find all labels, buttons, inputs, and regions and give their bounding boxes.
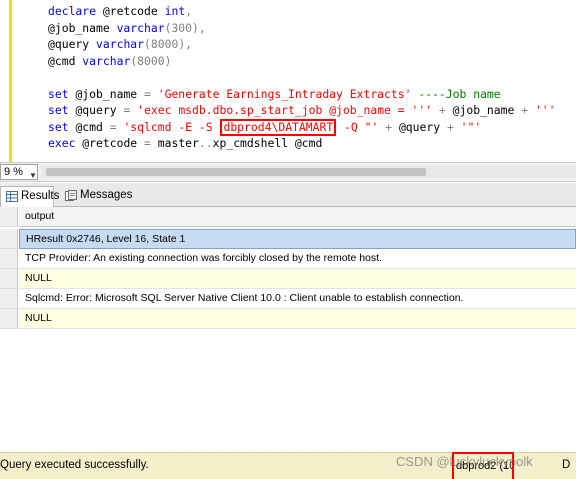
code-token: @retcode xyxy=(82,136,145,150)
zoom-dropdown[interactable]: 9 % ▼ xyxy=(0,164,38,180)
sql-code[interactable]: declare @retcode int, @job_name varchar(3… xyxy=(48,3,556,152)
status-database: D xyxy=(562,459,571,471)
output-cell[interactable]: TCP Provider: An existing connection was… xyxy=(19,249,576,269)
horizontal-scrollbar[interactable] xyxy=(42,166,576,178)
code-token: + xyxy=(385,119,399,134)
code-token: (8000) xyxy=(130,53,172,68)
grid-icon xyxy=(6,191,18,202)
query-editor[interactable]: declare @retcode int, @job_name varchar(3… xyxy=(0,0,576,162)
code-token: varchar xyxy=(96,37,145,51)
watermark: CSDN @luckyluckypolk xyxy=(396,454,533,469)
code-token: + xyxy=(438,103,453,117)
code-token: = xyxy=(144,86,158,101)
tab-messages-label: Messages xyxy=(80,189,133,201)
highlighted-server-name: dbprod4\DATAMART xyxy=(220,118,337,136)
corner-cell[interactable] xyxy=(0,207,18,227)
code-token: @query xyxy=(48,37,97,51)
code-line[interactable]: @job_name varchar(300), xyxy=(48,20,556,37)
code-token: + xyxy=(446,119,461,134)
code-token: set xyxy=(48,103,76,117)
code-line[interactable]: set @job_name = 'Generate Earnings_Intra… xyxy=(48,86,556,103)
code-token: = xyxy=(123,103,138,117)
code-token: xp_cmdshell xyxy=(212,136,295,150)
table-row[interactable]: NULL xyxy=(0,269,576,289)
table-row[interactable]: Sqlcmd: Error: Microsoft SQL Server Nati… xyxy=(0,289,576,309)
code-token: @query xyxy=(398,119,447,134)
code-token: + xyxy=(521,103,535,117)
code-line[interactable] xyxy=(48,69,556,86)
row-header[interactable] xyxy=(0,229,18,249)
tab-messages[interactable]: Messages xyxy=(60,186,136,207)
code-token: varchar xyxy=(82,53,131,68)
result-tabs: Results Messages xyxy=(0,183,576,207)
code-token: ----Job name xyxy=(418,86,501,101)
code-token: set xyxy=(48,119,76,134)
row-header[interactable] xyxy=(0,309,18,329)
zoom-value: 9 % xyxy=(4,166,23,178)
code-token: declare xyxy=(48,4,103,18)
grid-header-row: output xyxy=(0,207,576,227)
row-header[interactable] xyxy=(0,249,18,269)
code-token: @retcode xyxy=(102,4,165,18)
code-token: @cmd xyxy=(75,119,110,134)
output-cell[interactable]: Sqlcmd: Error: Microsoft SQL Server Nati… xyxy=(19,289,576,309)
code-token: = xyxy=(109,119,124,134)
status-message: Query executed successfully. xyxy=(0,459,149,471)
code-token: @job_name xyxy=(48,20,117,35)
code-line[interactable]: exec @retcode = master..xp_cmdshell @cmd xyxy=(48,135,556,152)
code-token: 'Generate Earnings_Intraday Extracts' xyxy=(157,86,419,101)
code-token: , xyxy=(185,4,193,18)
code-token: = xyxy=(144,136,158,150)
code-line[interactable]: @cmd varchar(8000) xyxy=(48,53,556,70)
editor-zoom-strip: 9 % ▼ xyxy=(0,162,576,182)
row-header[interactable] xyxy=(0,289,18,309)
code-line[interactable]: declare @retcode int, xyxy=(48,3,556,20)
code-token: @job_name xyxy=(452,103,522,117)
code-token: exec xyxy=(48,136,83,150)
column-header-output[interactable]: output xyxy=(19,207,576,227)
tab-results-label: Results xyxy=(21,190,60,202)
table-row[interactable]: TCP Provider: An existing connection was… xyxy=(0,249,576,269)
code-token: varchar xyxy=(116,20,165,35)
code-token: @job_name xyxy=(75,86,145,101)
code-token: @cmd xyxy=(48,53,83,68)
table-row[interactable]: NULL xyxy=(0,309,576,329)
code-token: .. xyxy=(198,136,213,150)
tab-results[interactable]: Results xyxy=(0,186,59,207)
code-token: (8000), xyxy=(144,37,193,51)
results-grid[interactable]: output HResult 0x2746, Level 16, State 1… xyxy=(0,207,576,452)
code-token: int xyxy=(164,4,186,18)
scrollbar-thumb[interactable] xyxy=(46,168,426,176)
output-cell[interactable]: NULL xyxy=(19,269,576,289)
output-cell[interactable]: NULL xyxy=(19,309,576,329)
code-line[interactable]: set @query = 'exec msdb.dbo.sp_start_job… xyxy=(48,102,556,119)
code-token: 'exec msdb.dbo.sp_start_job @job_name = … xyxy=(137,103,439,117)
code-token: master xyxy=(157,136,199,150)
code-token: ''' xyxy=(534,103,556,117)
chevron-down-icon: ▼ xyxy=(29,171,37,180)
code-token: '"' xyxy=(460,119,482,134)
change-tracking-bar xyxy=(9,0,12,162)
code-line[interactable]: @query varchar(8000), xyxy=(48,36,556,53)
code-token: set xyxy=(48,86,76,101)
code-token: 'sqlcmd -E -S xyxy=(123,119,220,134)
table-row[interactable]: HResult 0x2746, Level 16, State 1 xyxy=(0,229,576,249)
output-cell[interactable]: HResult 0x2746, Level 16, State 1 xyxy=(19,229,576,249)
messages-icon xyxy=(65,190,77,201)
code-token: -Q "' xyxy=(337,119,386,134)
code-token: (300), xyxy=(164,20,206,35)
row-header[interactable] xyxy=(0,269,18,289)
code-token: @query xyxy=(75,103,124,117)
code-token: @cmd xyxy=(294,136,323,150)
code-line[interactable]: set @cmd = 'sqlcmd -E -S dbprod4\DATAMAR… xyxy=(48,118,556,136)
